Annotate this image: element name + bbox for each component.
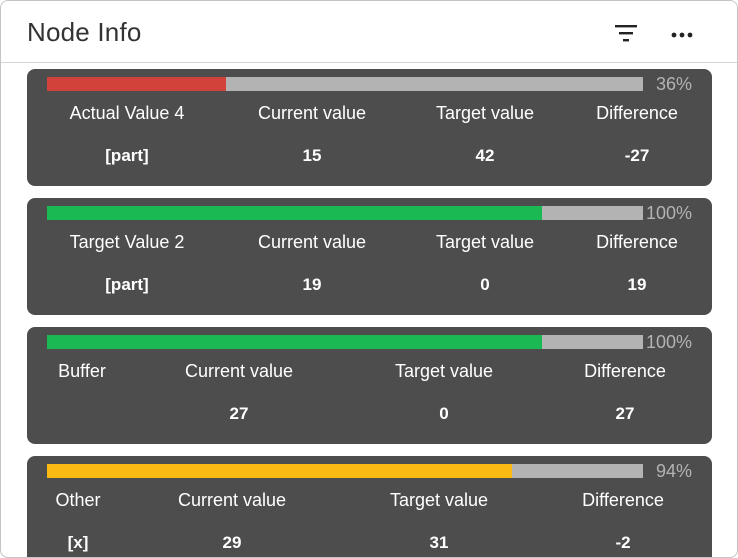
progress-bar (47, 464, 643, 478)
target-value-label: Target value (394, 361, 494, 381)
unit-value: [part] (105, 275, 149, 294)
progress-percent: 94% (655, 461, 692, 481)
progress-percent: 36% (655, 74, 692, 94)
node-card: 100% Buffer Current value Target value D… (27, 327, 712, 444)
current-value: 27 (229, 404, 249, 423)
node-info-panel: Node Info 36% Actual Value 4 Current val… (0, 0, 738, 558)
current-value-label: Current value (257, 232, 367, 252)
difference-label: Difference (584, 361, 666, 381)
node-name: Actual Value 4 (69, 103, 185, 123)
difference-label: Difference (596, 103, 678, 123)
progress-fill (47, 206, 542, 220)
difference-value: 19 (627, 275, 647, 294)
current-value-label: Current value (177, 490, 287, 510)
difference-value: -2 (615, 533, 631, 552)
panel-title: Node Info (27, 17, 142, 47)
panel-header: Node Info (1, 1, 737, 63)
progress-percent: 100% (645, 332, 692, 352)
filter-icon[interactable] (613, 23, 639, 43)
current-value: 19 (302, 275, 322, 294)
progress-bar (47, 77, 643, 91)
target-value-label: Target value (435, 232, 535, 252)
node-card: 100% Target Value 2 Current value Target… (27, 198, 712, 315)
progress-percent: 100% (645, 203, 692, 223)
progress-fill (47, 335, 542, 349)
difference-label: Difference (582, 490, 664, 510)
progress-fill (47, 464, 512, 478)
node-name: Other (55, 490, 101, 510)
node-card: 94% Other Current value Target value Dif… (27, 456, 712, 557)
difference-value: -27 (624, 146, 650, 165)
target-value-label: Target value (435, 103, 535, 123)
node-name: Target Value 2 (69, 232, 185, 252)
target-value-label: Target value (389, 490, 489, 510)
more-options-icon[interactable] (668, 23, 696, 43)
progress-fill (47, 77, 226, 91)
current-value-label: Current value (257, 103, 367, 123)
current-value-label: Current value (184, 361, 294, 381)
target-value: 0 (439, 404, 449, 423)
progress-bar (47, 335, 643, 349)
target-value: 0 (480, 275, 490, 294)
target-value: 31 (429, 533, 449, 552)
target-value: 42 (475, 146, 495, 165)
difference-label: Difference (596, 232, 678, 252)
unit-value: [x] (67, 533, 89, 552)
current-value: 15 (302, 146, 322, 165)
difference-value: 27 (615, 404, 635, 423)
progress-bar (47, 206, 643, 220)
unit-value: [part] (105, 146, 149, 165)
node-card: 36% Actual Value 4 Current value Target … (27, 69, 712, 186)
node-name: Buffer (58, 361, 106, 381)
current-value: 29 (222, 533, 242, 552)
